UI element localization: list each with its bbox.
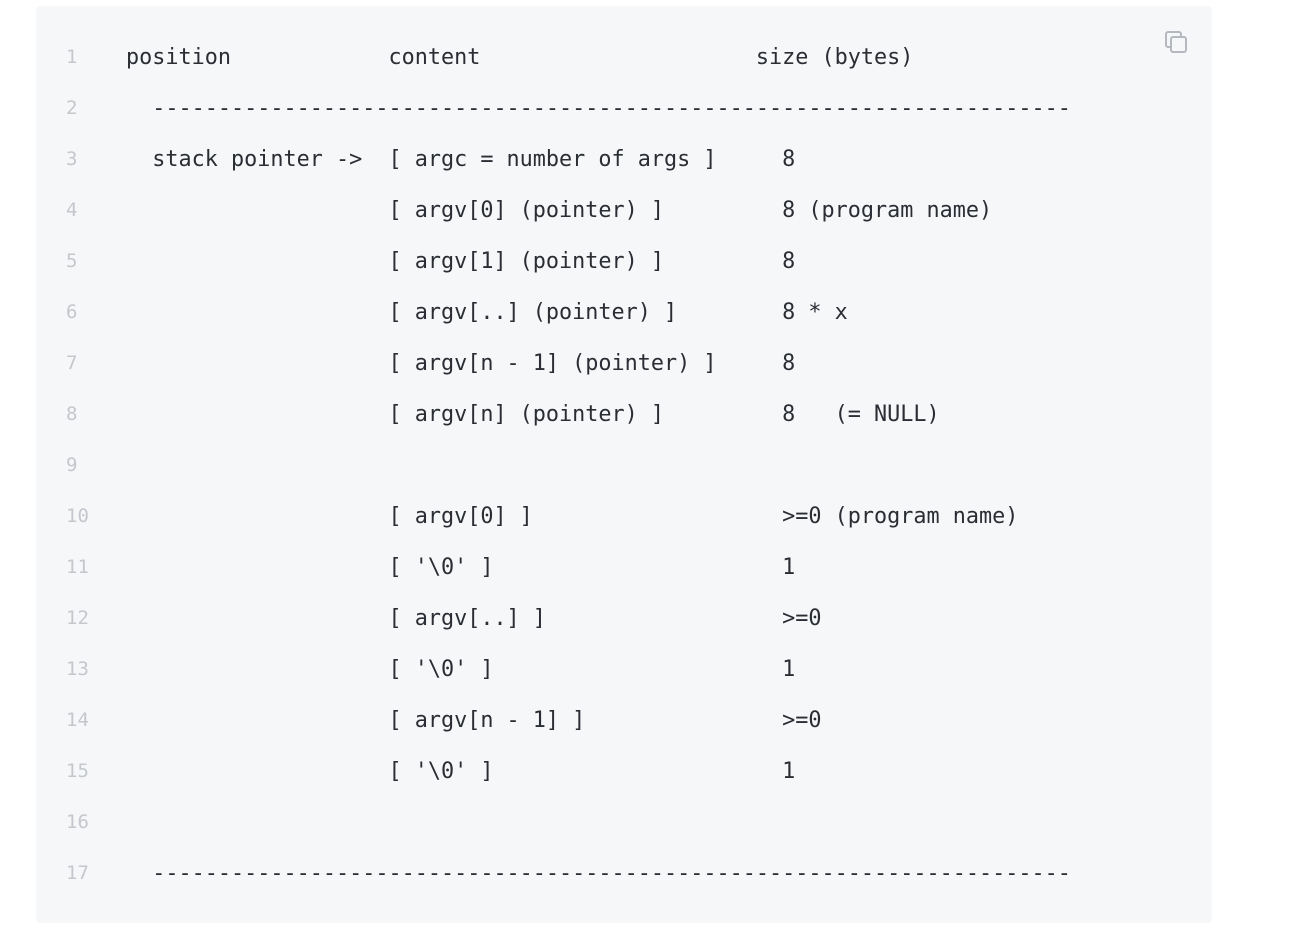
code-block: 1 position content size (bytes) 2 -------… xyxy=(36,6,1212,923)
line-text: [ argv[..] ] >=0 xyxy=(126,606,822,631)
code-line: 14 [ argv[n - 1] ] >=0 xyxy=(36,695,1212,746)
code-line: 2 --------------------------------------… xyxy=(36,83,1212,134)
line-text: [ argv[0] ] >=0 (program name) xyxy=(126,504,1019,529)
line-number: 16 xyxy=(66,811,89,833)
line-number: 11 xyxy=(66,556,89,578)
line-number: 3 xyxy=(66,148,78,170)
line-text: [ '\0' ] 1 xyxy=(126,657,796,682)
line-text: [ argv[..] (pointer) ] 8 * x xyxy=(126,300,848,325)
code-line: 10 [ argv[0] ] >=0 (program name) xyxy=(36,491,1212,542)
line-text: ----------------------------------------… xyxy=(126,96,1071,121)
line-text: ----------------------------------------… xyxy=(126,861,1071,886)
line-number: 10 xyxy=(66,505,89,527)
line-number: 8 xyxy=(66,403,78,425)
line-text: [ argv[1] (pointer) ] 8 xyxy=(126,249,796,274)
code-line: 7 [ argv[n - 1] (pointer) ] 8 xyxy=(36,338,1212,389)
line-number: 12 xyxy=(66,607,89,629)
code-line: 15 [ '\0' ] 1 xyxy=(36,746,1212,797)
line-number: 2 xyxy=(66,97,78,119)
line-text: [ argv[n - 1] ] >=0 xyxy=(126,708,822,733)
code-line: 6 [ argv[..] (pointer) ] 8 * x xyxy=(36,287,1212,338)
line-number: 4 xyxy=(66,199,78,221)
line-number: 7 xyxy=(66,352,78,374)
code-line: 13 [ '\0' ] 1 xyxy=(36,644,1212,695)
line-number: 6 xyxy=(66,301,78,323)
code-line: 9 xyxy=(36,440,1212,491)
code-line: 3 stack pointer -> [ argc = number of ar… xyxy=(36,134,1212,185)
code-line: 17 -------------------------------------… xyxy=(36,848,1212,899)
line-text: position content size (bytes) xyxy=(126,45,914,70)
line-number: 1 xyxy=(66,46,78,68)
line-number: 14 xyxy=(66,709,89,731)
code-line: 5 [ argv[1] (pointer) ] 8 xyxy=(36,236,1212,287)
code-line: 4 [ argv[0] (pointer) ] 8 (program name) xyxy=(36,185,1212,236)
line-text: [ '\0' ] 1 xyxy=(126,555,796,580)
code-line: 16 xyxy=(36,797,1212,848)
line-text: [ '\0' ] 1 xyxy=(126,759,796,784)
code-line: 11 [ '\0' ] 1 xyxy=(36,542,1212,593)
line-number: 5 xyxy=(66,250,78,272)
line-text: [ argv[n] (pointer) ] 8 (= NULL) xyxy=(126,402,940,427)
code-line: 12 [ argv[..] ] >=0 xyxy=(36,593,1212,644)
line-text: [ argv[n - 1] (pointer) ] 8 xyxy=(126,351,796,376)
line-number: 9 xyxy=(66,454,78,476)
line-text: stack pointer -> [ argc = number of args… xyxy=(126,147,796,172)
line-number: 15 xyxy=(66,760,89,782)
line-text: [ argv[0] (pointer) ] 8 (program name) xyxy=(126,198,993,223)
code-line: 1 position content size (bytes) xyxy=(36,32,1212,83)
code-line: 8 [ argv[n] (pointer) ] 8 (= NULL) xyxy=(36,389,1212,440)
code-lines: 1 position content size (bytes) 2 -------… xyxy=(36,32,1212,899)
line-number: 17 xyxy=(66,862,89,884)
line-number: 13 xyxy=(66,658,89,680)
